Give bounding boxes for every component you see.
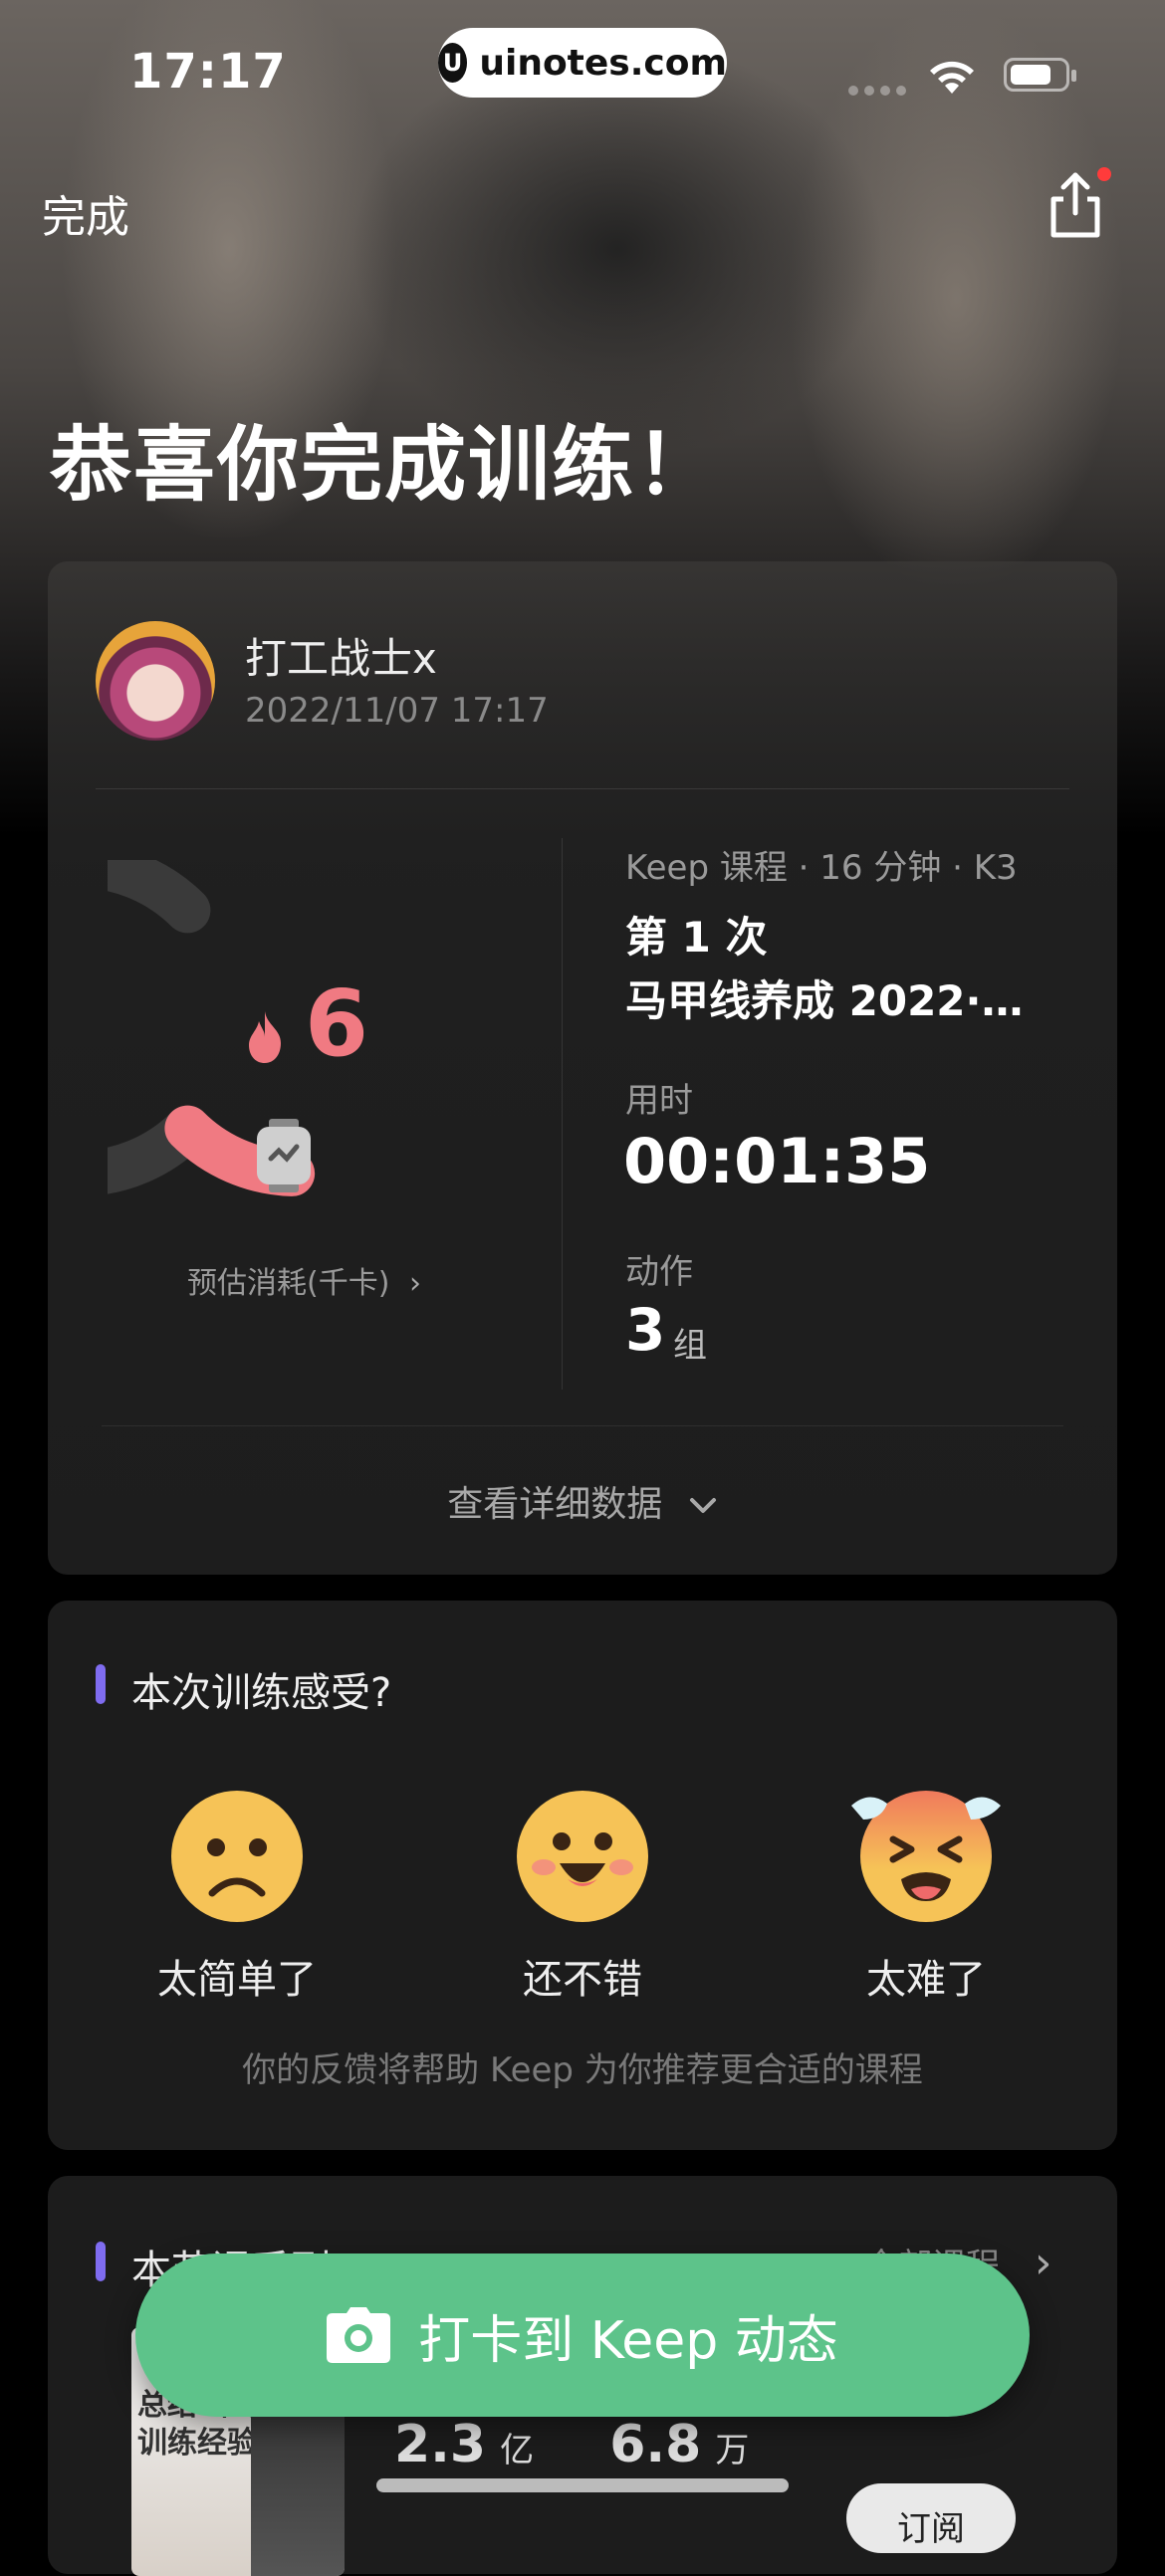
actions-value: 3 (625, 1296, 666, 1364)
feedback-label: 太简单了 (157, 1957, 317, 2003)
subscribe-button[interactable]: 订阅 (846, 2483, 1016, 2553)
feedback-label: 太难了 (866, 1957, 986, 2003)
section-accent-bar (96, 1664, 106, 1704)
divider (96, 788, 1069, 789)
uinotes-logo-icon: U (438, 43, 468, 83)
home-indicator[interactable] (376, 2478, 789, 2492)
wifi-icon (930, 61, 974, 94)
feedback-option-easy[interactable]: 太简单了 (137, 1790, 337, 2005)
checkin-button[interactable]: 打卡到 Keep 动态 (135, 2254, 1030, 2417)
url-text: uinotes.com (479, 42, 727, 84)
status-bar: 17:17 U uinotes.com (0, 0, 1165, 119)
actions-label: 动作 (625, 1252, 693, 1292)
series-stats: 2.3 亿 6.8 万 (394, 2415, 750, 2474)
battery-icon (1004, 58, 1076, 92)
notification-dot (1097, 167, 1111, 181)
camera-icon (327, 2307, 391, 2363)
section-accent-bar (96, 2242, 106, 2281)
sweating-face-icon (851, 1791, 1001, 1922)
session-count: 第 1 次 (625, 913, 768, 962)
cellular-signal-icon (848, 86, 906, 96)
happy-face-icon (517, 1791, 648, 1922)
feedback-option-hard[interactable]: 太难了 (826, 1790, 1026, 2005)
status-time: 17:17 (129, 44, 287, 100)
feedback-card: 本次训练感受? 太简单了 还不错 太难了 你的反馈将帮助 Keep 为你推荐更合… (48, 1601, 1117, 2150)
share-icon[interactable] (1044, 169, 1107, 241)
chevron-down-icon (689, 1498, 716, 1513)
training-datetime: 2022/11/07 17:17 (245, 691, 549, 731)
duration-value: 00:01:35 (623, 1125, 931, 1197)
divider (102, 1425, 1063, 1426)
course-meta: Keep 课程 · 16 分钟 · K3 (625, 848, 1018, 888)
flame-icon (249, 1011, 281, 1063)
actions-unit: 组 (673, 1326, 707, 1366)
feedback-option-good[interactable]: 还不错 (483, 1790, 682, 2005)
smartwatch-icon (257, 1119, 311, 1192)
sad-face-icon (171, 1791, 303, 1922)
vertical-divider (562, 838, 563, 1390)
avatar[interactable] (96, 621, 215, 741)
course-name[interactable]: 马甲线养成 2022·经... (625, 967, 1053, 1028)
feedback-hint: 你的反馈将帮助 Keep 为你推荐更合适的课程 (242, 2050, 923, 2090)
page-title: 恭喜你完成训练！ (50, 418, 720, 513)
checkin-label: 打卡到 Keep 动态 (418, 2310, 838, 2371)
username[interactable]: 打工战士x (245, 625, 437, 686)
chevron-right-icon: › (408, 1266, 421, 1301)
calorie-value: 6 (305, 970, 368, 1077)
training-summary-card: 打工战士x 2022/11/07 17:17 6 预估消耗(千卡) › Keep… (48, 561, 1117, 1575)
calorie-gauge[interactable]: 6 (108, 860, 486, 1198)
feedback-title: 本次训练感受? (131, 1670, 392, 1716)
calories-label[interactable]: 预估消耗(千卡) › (187, 1258, 421, 1302)
feedback-label: 还不错 (523, 1957, 642, 2003)
duration-label: 用时 (625, 1081, 693, 1121)
view-details-button[interactable]: 查看详细数据 (48, 1475, 1117, 1527)
done-button[interactable]: 完成 (42, 181, 129, 245)
chevron-right-icon: › (1034, 2238, 1052, 2288)
url-pill: U uinotes.com (438, 28, 727, 98)
